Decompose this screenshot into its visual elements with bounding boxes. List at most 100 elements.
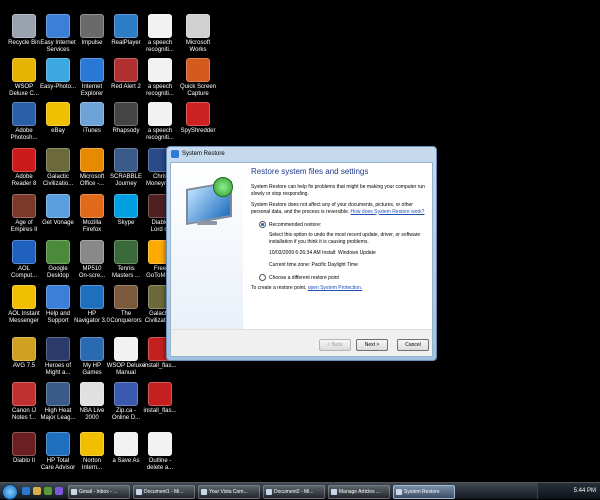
app-icon (114, 337, 138, 361)
intro-text: System Restore can help fix problems tha… (251, 184, 425, 197)
dialog-titlebar[interactable]: System Restore (167, 147, 436, 161)
taskbar-button[interactable]: Your Vista Com... (198, 485, 260, 499)
taskbar-button-label: Document2 - Mi... (274, 489, 314, 495)
app-icon (114, 58, 138, 82)
different-restore-label: Choose a different restore point (269, 274, 339, 281)
app-icon (186, 14, 210, 38)
how-it-works-link[interactable]: How does System Restore work? (351, 209, 425, 215)
app-icon (46, 285, 70, 309)
task-app-icon (396, 489, 402, 495)
desktop-icon-label: install_flas... (143, 408, 177, 414)
task-app-icon (331, 489, 337, 495)
task-app-icon (71, 489, 77, 495)
app-icon (114, 382, 138, 406)
app-icon (12, 382, 36, 406)
system-tray: 5:44 PM (537, 483, 600, 499)
recommended-restore-radio[interactable] (259, 221, 266, 228)
desktop-icon[interactable]: a speech recogniti... (140, 14, 180, 54)
app-icon (12, 285, 36, 309)
app-icon (114, 285, 138, 309)
app-icon (148, 382, 172, 406)
app-icon (46, 194, 70, 218)
desktop-icon[interactable]: a speech recogniti... (140, 102, 180, 142)
timezone-info: Current time zone: Pacific Daylight Time (269, 261, 358, 268)
app-icon (12, 102, 36, 126)
taskbar-button-label: Manage Articles ... (339, 489, 381, 495)
taskbar-button-label: Document1 - Mi... (144, 489, 184, 495)
app-icon (46, 102, 70, 126)
task-app-icon (201, 489, 207, 495)
taskbar-button[interactable]: Gmail - Inbox - ... (68, 485, 130, 499)
app-icon (80, 432, 104, 456)
desktop-icon-label: a speech recogniti... (146, 128, 174, 141)
recommended-restore-option[interactable]: Recommended restore: (259, 221, 426, 228)
desktop-icon[interactable]: install_flas... (140, 382, 180, 415)
app-icon (114, 194, 138, 218)
system-protection-link[interactable]: open System Protection. (308, 285, 362, 291)
taskbar: Gmail - Inbox - ... Document1 - Mi... Your… (0, 482, 600, 500)
task-app-icon (136, 489, 142, 495)
app-icon (12, 148, 36, 172)
app-icon (148, 102, 172, 126)
app-icon (114, 432, 138, 456)
back-button[interactable]: < Back (319, 339, 351, 351)
app-icon (12, 194, 36, 218)
recommended-restore-label: Recommended restore: (269, 221, 322, 228)
taskbar-button[interactable]: Document1 - Mi... (133, 485, 195, 499)
app-icon (114, 14, 138, 38)
desktop-icon[interactable]: Microsoft Works (178, 14, 218, 54)
app-icon (80, 148, 104, 172)
different-restore-option[interactable]: Choose a different restore point (259, 274, 426, 281)
desktop-icon-label: a speech recogniti... (146, 84, 174, 97)
app-icon (114, 240, 138, 264)
task-app-icon (266, 489, 272, 495)
desktop-icon[interactable]: Quick Screen Capture (178, 58, 218, 98)
app-icon (80, 58, 104, 82)
quick-launch-app-icon[interactable] (55, 487, 63, 495)
app-icon (46, 240, 70, 264)
app-icon (186, 102, 210, 126)
quick-launch-desktop-icon[interactable] (33, 487, 41, 495)
taskbar-button[interactable]: Document2 - Mi... (263, 485, 325, 499)
app-icon (186, 58, 210, 82)
app-icon (12, 240, 36, 264)
protection-text: To create a restore point, open System P… (251, 285, 363, 291)
different-restore-radio[interactable] (259, 274, 266, 281)
recommended-restore-desc: Select this option to undo the most rece… (269, 232, 421, 245)
reversible-text: System Restore does not affect any of yo… (251, 202, 425, 215)
app-icon (46, 58, 70, 82)
monitor-stand (197, 221, 217, 225)
dialog-main: Restore system files and settings System… (251, 167, 426, 297)
app-icon (80, 194, 104, 218)
desktop-icon[interactable]: a speech recogniti... (140, 58, 180, 98)
dialog-content: Restore system files and settings System… (170, 162, 433, 357)
restore-arrow-icon (213, 177, 233, 197)
system-restore-icon (171, 150, 179, 158)
desktop-icon[interactable]: Outline - delete a... (140, 432, 180, 472)
app-icon (80, 382, 104, 406)
app-icon (12, 337, 36, 361)
next-button[interactable]: Next > (356, 339, 388, 351)
desktop-icon-label: Quick Screen Capture (179, 84, 216, 97)
app-icon (80, 337, 104, 361)
dialog-footer: < Back Next > Cancel (171, 329, 432, 356)
clock[interactable]: 5:44 PM (574, 488, 596, 494)
restore-point-info: 10/03/2009 6:26:34 AM Install: Windows U… (269, 250, 376, 256)
cancel-button[interactable]: Cancel (397, 339, 429, 351)
dialog-illustration (171, 163, 243, 330)
app-icon (12, 432, 36, 456)
app-icon (46, 14, 70, 38)
dialog-title: System Restore (182, 151, 225, 157)
taskbar-button[interactable]: System Restore (393, 485, 455, 499)
desktop-icon-label: install_flas... (143, 363, 177, 369)
quick-launch-ie-icon[interactable] (22, 487, 30, 495)
taskbar-button-label: System Restore (404, 489, 440, 495)
app-icon (46, 337, 70, 361)
app-icon (114, 102, 138, 126)
app-icon (148, 58, 172, 82)
quick-launch-switch-icon[interactable] (44, 487, 52, 495)
app-icon (114, 148, 138, 172)
taskbar-button[interactable]: Manage Articles ... (328, 485, 390, 499)
desktop-icon[interactable]: SpyShredder (178, 102, 218, 135)
app-icon (80, 285, 104, 309)
